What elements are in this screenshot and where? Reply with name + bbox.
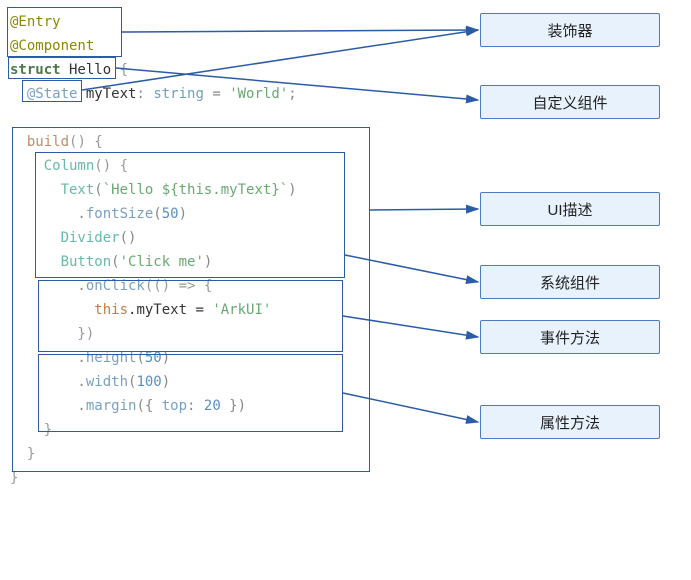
label-ui-desc: UI描述 — [480, 192, 660, 226]
label-sys-component: 系统组件 — [480, 265, 660, 299]
var-name: myText — [77, 86, 136, 102]
box-components — [35, 152, 345, 278]
string-literal: 'World' — [229, 86, 288, 102]
label-custom-component: 自定义组件 — [480, 85, 660, 119]
label-attr-method: 属性方法 — [480, 405, 660, 439]
box-attrs — [38, 354, 343, 432]
type: string — [153, 86, 204, 102]
box-struct-name — [8, 57, 116, 79]
label-decorator: 装饰器 — [480, 13, 660, 47]
box-state-decorator — [22, 80, 82, 102]
label-event-method: 事件方法 — [480, 320, 660, 354]
box-decorators — [7, 7, 122, 57]
box-onclick — [38, 280, 343, 352]
